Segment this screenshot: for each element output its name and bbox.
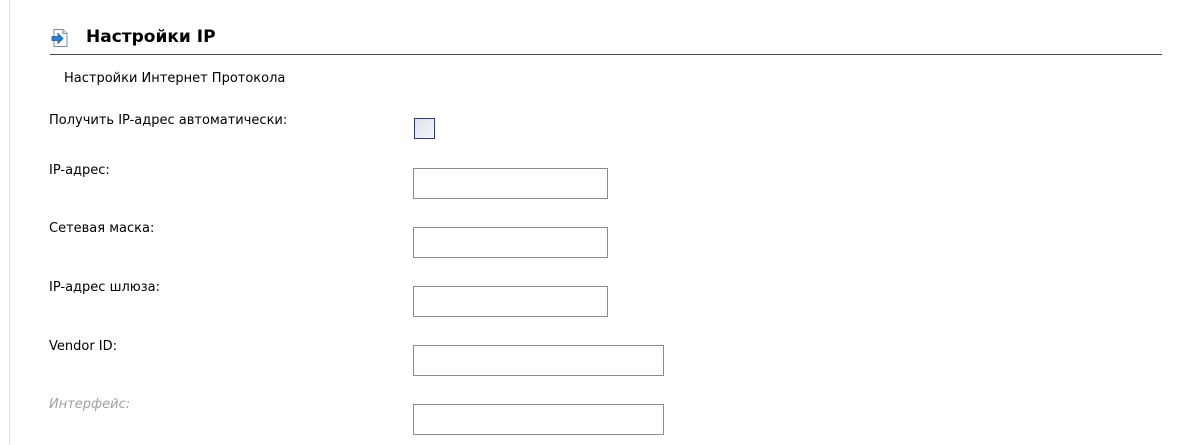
auto-ip-label: Получить IP-адрес автоматически: (49, 113, 288, 128)
gateway-label: IP-адрес шлюза: (49, 280, 160, 295)
ip-address-label: IP-адрес: (49, 163, 110, 178)
netmask-input[interactable] (413, 227, 608, 258)
netmask-label: Сетевая маска: (49, 221, 155, 236)
interface-label: Интерфейс: (49, 397, 131, 412)
arrow-document-icon (50, 28, 70, 48)
section-header: Настройки IP (50, 26, 1162, 55)
vendor-id-label: Vendor ID: (49, 339, 118, 354)
interface-input[interactable] (413, 404, 664, 435)
auto-ip-checkbox[interactable] (414, 118, 435, 139)
vendor-id-input[interactable] (413, 345, 664, 376)
ip-address-input[interactable] (413, 168, 608, 199)
left-border (9, 0, 10, 445)
gateway-input[interactable] (413, 286, 608, 317)
subsection-title: Настройки Интернет Протокола (64, 71, 286, 86)
section-title: Настройки IP (86, 27, 216, 47)
